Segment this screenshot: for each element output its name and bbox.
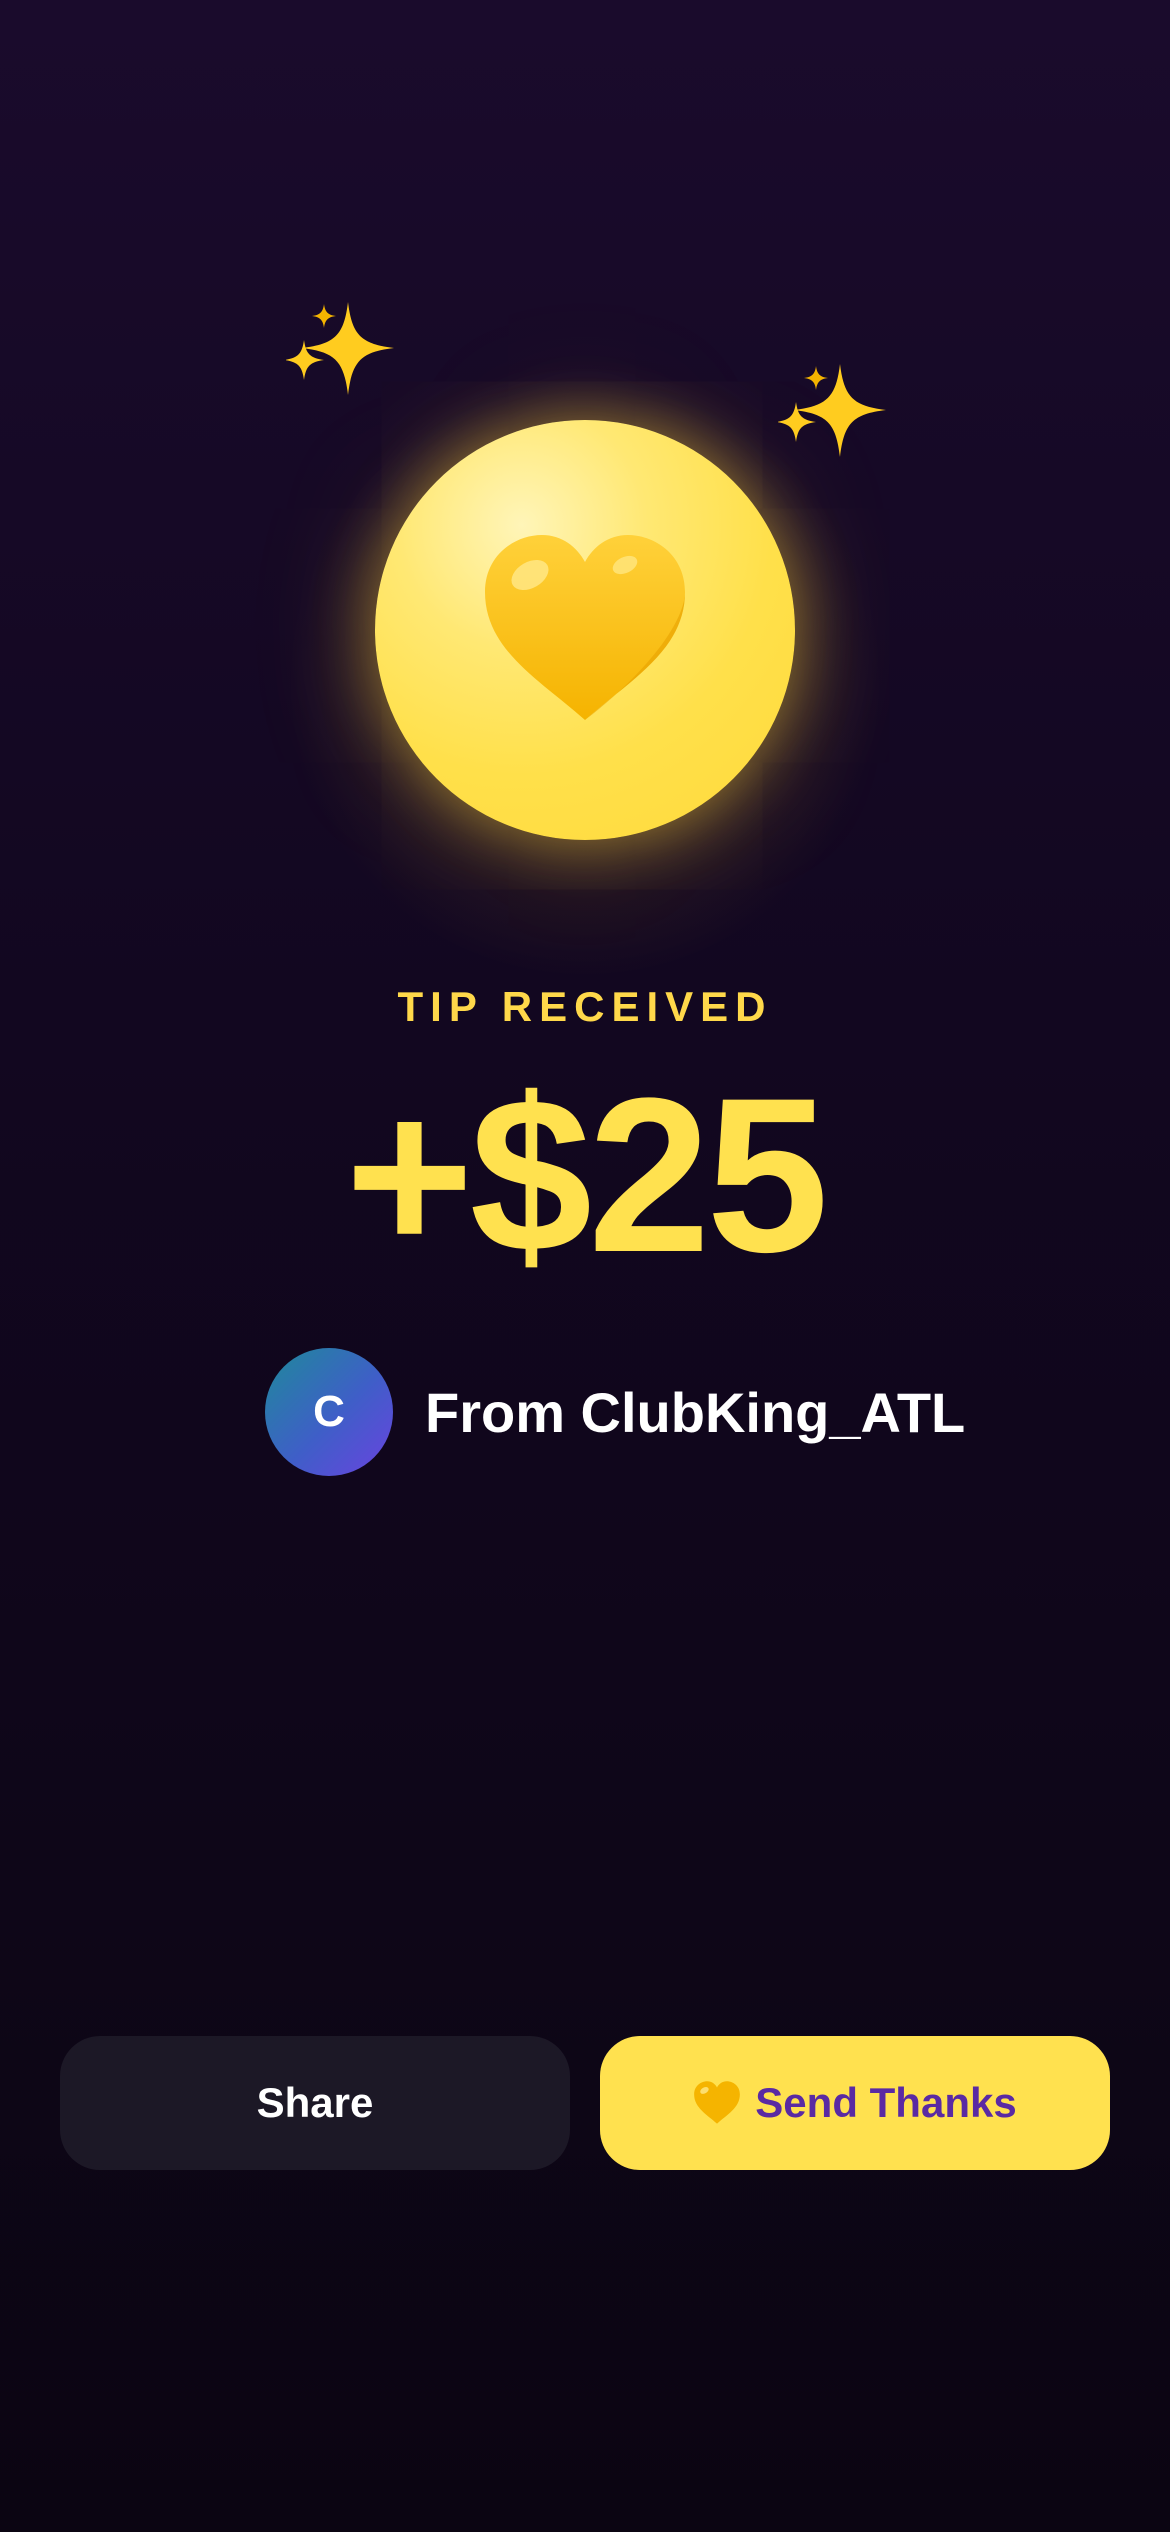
sender-label: From ClubKing_ATL: [425, 1380, 966, 1444]
send-thanks-button[interactable]: Send Thanks: [600, 2036, 1110, 2170]
share-button-label: Share: [256, 2079, 374, 2126]
tip-received-label: TIP RECEIVED: [397, 983, 773, 1030]
avatar: C: [265, 1348, 393, 1476]
sender-row: C From ClubKing_ATL: [265, 1348, 965, 1476]
yellow-heart-icon: [485, 535, 685, 720]
share-button[interactable]: Share: [60, 2036, 570, 2170]
send-thanks-label: Send Thanks: [755, 2079, 1017, 2126]
tip-amount: +$25: [345, 1052, 829, 1298]
sparkles-icon: [778, 364, 886, 457]
sparkles-icon: [286, 302, 394, 395]
yellow-heart-icon: [694, 2081, 741, 2124]
